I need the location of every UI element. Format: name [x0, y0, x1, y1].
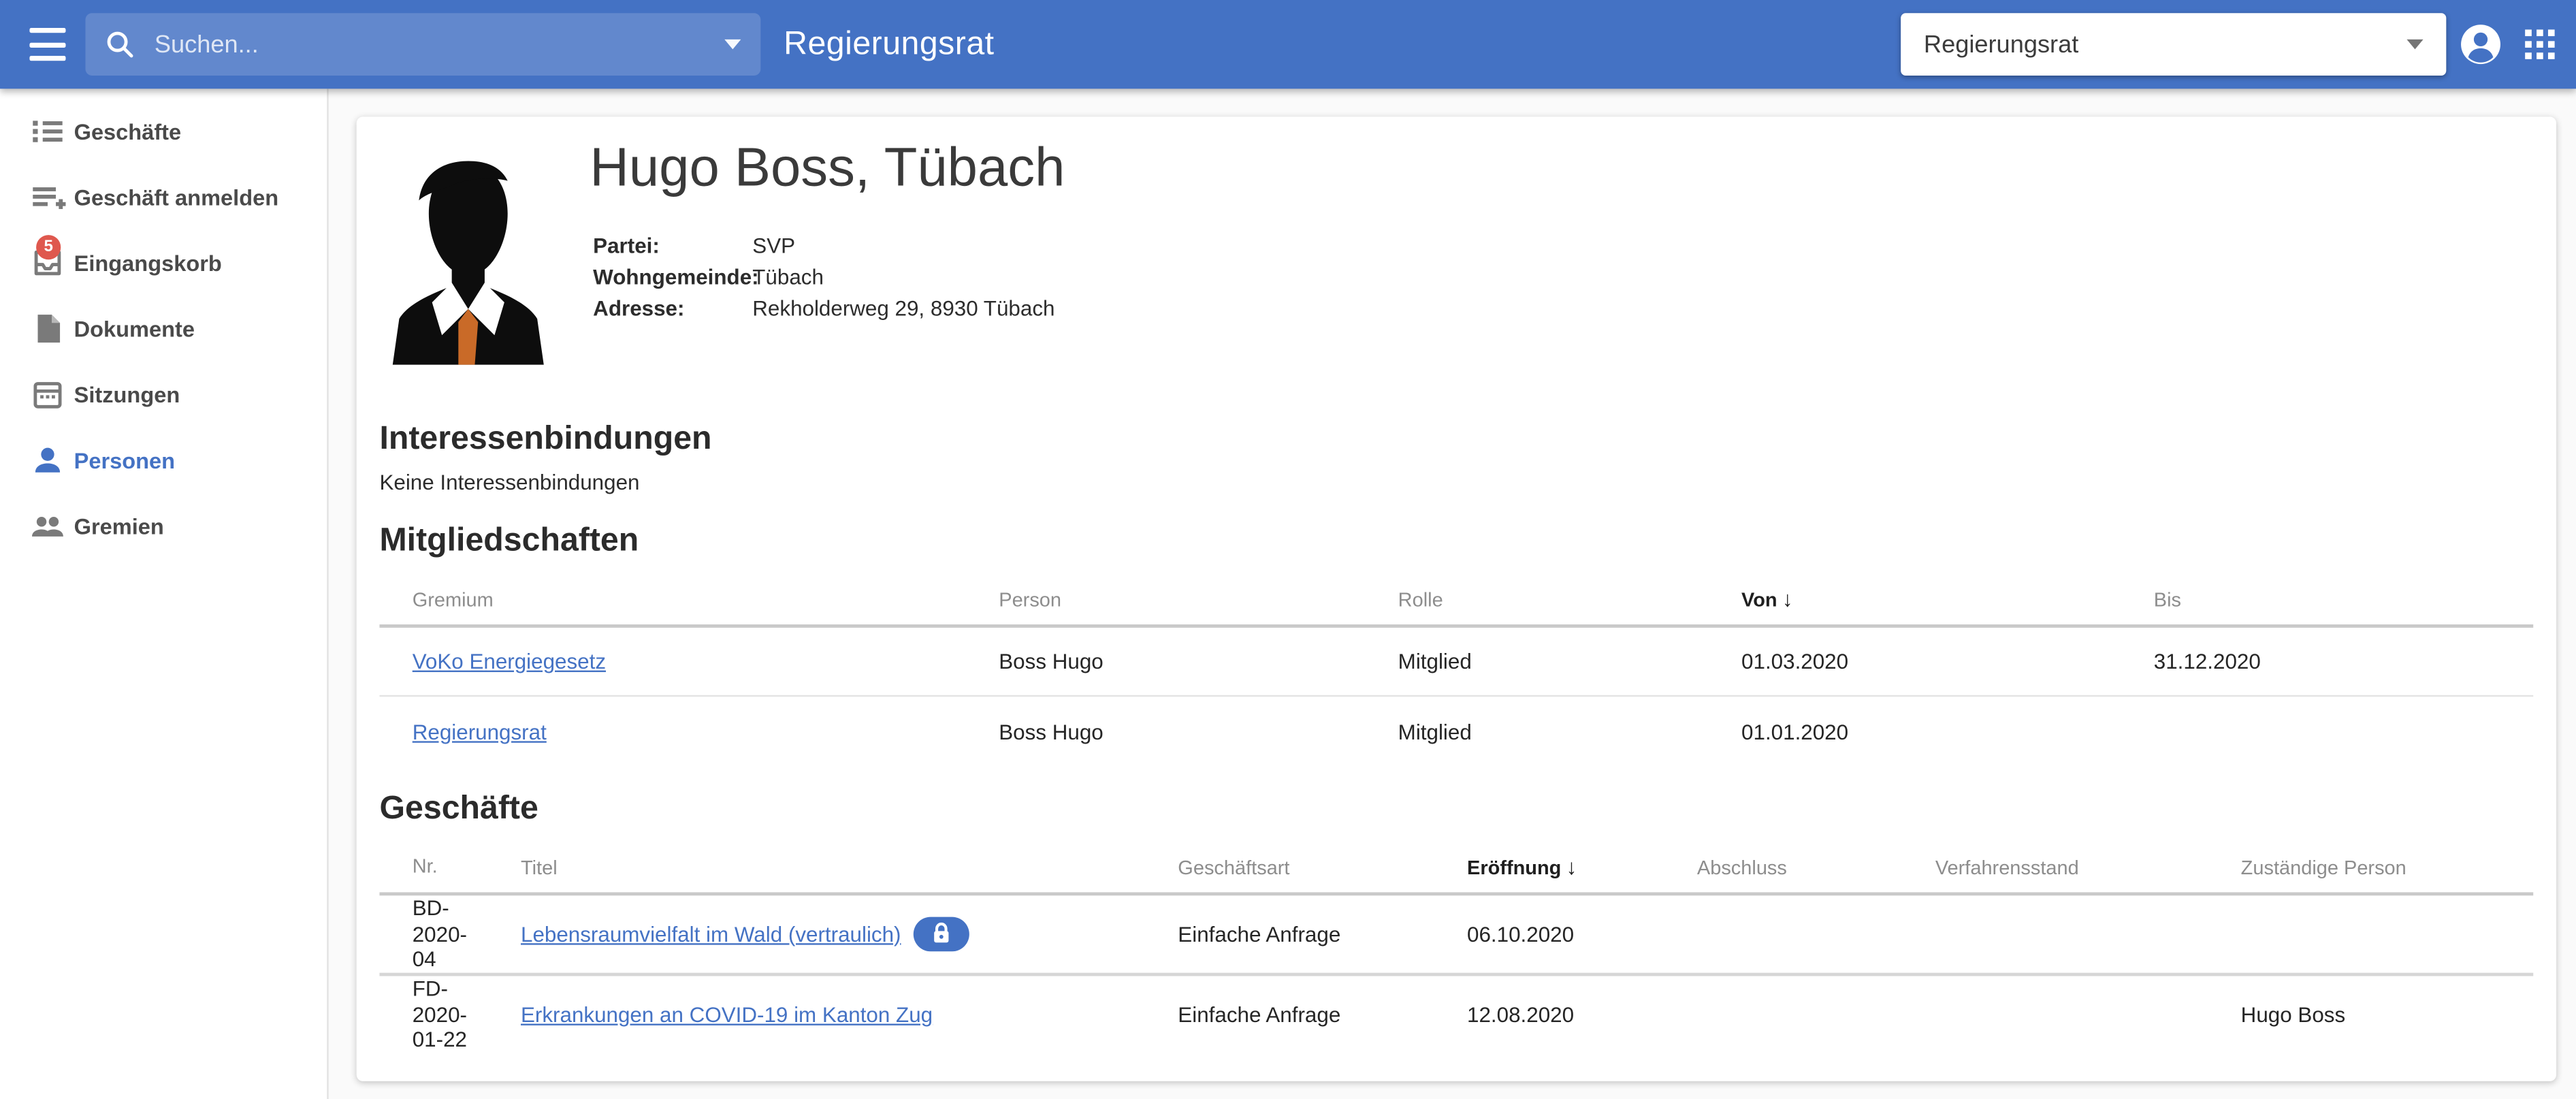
gremium-link[interactable]: VoKo Energiegesetz	[413, 649, 606, 673]
search-icon	[105, 29, 134, 59]
sidebar-item-label: Geschäfte	[74, 119, 182, 144]
geschaefte-table: Nr. Titel Geschäftsart Eröffnung↓ Abschl…	[379, 842, 2533, 1055]
sidebar-item-label: Eingangskorb	[74, 251, 222, 275]
cell-bis: 31.12.2020	[2154, 649, 2533, 673]
field-label: Adresse:	[593, 293, 752, 324]
confidential-lock-badge	[914, 917, 970, 951]
table-row: Regierungsrat Boss Hugo Mitglied 01.01.2…	[379, 697, 2533, 765]
column-header-geschaeftsart[interactable]: Geschäftsart	[1178, 855, 1467, 878]
field-label: Partei:	[593, 230, 752, 261]
column-header-eroeffnung[interactable]: Eröffnung↓	[1467, 855, 1697, 879]
interessenbindungen-empty-text: Keine Interessenbindungen	[379, 470, 639, 494]
cell-von: 01.01.2020	[1741, 719, 2154, 744]
cell-geschaeftsart: Einfache Anfrage	[1178, 1002, 1467, 1027]
chevron-down-icon	[2406, 39, 2423, 49]
section-title-geschaefte: Geschäfte	[379, 791, 538, 829]
sidebar-item-label: Gremien	[74, 513, 164, 538]
cell-zustaendige-person: Hugo Boss	[2241, 1002, 2534, 1027]
field-value: Rekholderweg 29, 8930 Tübach	[752, 293, 1054, 324]
cell-rolle: Mitglied	[1398, 649, 1741, 673]
search-scope-chevron-down-icon[interactable]	[724, 39, 741, 49]
avatar	[379, 151, 557, 365]
sidebar: Geschäfte Geschäft anmelden 5 Eingangsko…	[0, 89, 329, 1099]
column-header-bis[interactable]: Bis	[2154, 588, 2533, 611]
sidebar-item-label: Dokumente	[74, 317, 195, 341]
apps-grid-icon[interactable]	[2525, 29, 2554, 59]
cell-nr: BD-2020-04	[413, 895, 521, 972]
cell-geschaeftsart: Einfache Anfrage	[1178, 921, 1467, 946]
cell-nr: FD-2020-01-22	[413, 976, 521, 1053]
column-header-verfahrensstand[interactable]: Verfahrensstand	[1935, 855, 2241, 878]
section-title-interessenbindungen: Interessenbindungen	[379, 421, 711, 459]
playlist-add-icon	[29, 179, 65, 215]
column-header-zustaendige-person[interactable]: Zuständige Person	[2241, 855, 2534, 878]
page-title: Hugo Boss, Tübach	[590, 136, 1065, 199]
column-header-person[interactable]: Person	[999, 588, 1398, 611]
lock-icon	[932, 922, 952, 945]
cell-rolle: Mitglied	[1398, 719, 1741, 744]
cell-person: Boss Hugo	[999, 719, 1398, 744]
profile-field-adresse: Adresse: Rekholderweg 29, 8930 Tübach	[593, 293, 1054, 324]
column-header-titel[interactable]: Titel	[521, 855, 1178, 878]
document-icon	[29, 310, 65, 347]
geschaeft-link[interactable]: Lebensraumvielfalt im Wald (vertraulich)	[521, 921, 901, 946]
column-header-abschluss[interactable]: Abschluss	[1697, 855, 1935, 878]
context-select-value: Regierungsrat	[1924, 31, 2406, 59]
table-row: FD-2020-01-22 Erkrankungen an COVID-19 i…	[379, 975, 2533, 1054]
profile-field-partei: Partei: SVP	[593, 230, 1054, 261]
sidebar-item-gremien[interactable]: Gremien	[0, 493, 327, 559]
profile-field-wohngemeinde: Wohngemeinde: Tübach	[593, 261, 1054, 293]
sidebar-item-label: Personen	[74, 448, 175, 473]
hamburger-menu-icon[interactable]	[29, 28, 65, 61]
list-icon	[29, 114, 65, 150]
column-header-gremium[interactable]: Gremium	[413, 588, 999, 611]
context-select[interactable]: Regierungsrat	[1901, 13, 2446, 76]
global-search[interactable]	[85, 13, 760, 76]
app-window: Regierungsrat Regierungsrat Geschäfte	[0, 0, 2576, 1099]
sidebar-item-dokumente[interactable]: Dokumente	[0, 296, 327, 362]
sort-desc-icon: ↓	[1782, 587, 1793, 611]
column-header-rolle[interactable]: Rolle	[1398, 588, 1741, 611]
table-header-row: Gremium Person Rolle Von↓ Bis	[379, 573, 2533, 628]
sidebar-item-sitzungen[interactable]: Sitzungen	[0, 362, 327, 428]
sidebar-item-eingangskorb[interactable]: 5 Eingangskorb	[0, 230, 327, 296]
cell-eroeffnung: 06.10.2020	[1467, 921, 1697, 946]
person-icon	[29, 442, 65, 478]
person-detail-card: Hugo Boss, Tübach Partei: SVP Wohngemein…	[357, 116, 2556, 1081]
sort-desc-icon: ↓	[1566, 855, 1577, 879]
field-label: Wohngemeinde:	[593, 261, 752, 293]
sidebar-item-personen[interactable]: Personen	[0, 427, 327, 493]
cell-person: Boss Hugo	[999, 649, 1398, 673]
profile-fields: Partei: SVP Wohngemeinde: Tübach Adresse…	[593, 230, 1054, 324]
sidebar-item-geschaeft-anmelden[interactable]: Geschäft anmelden	[0, 164, 327, 230]
search-input[interactable]	[151, 29, 724, 60]
sidebar-item-label: Sitzungen	[74, 382, 180, 407]
app-title: Regierungsrat	[784, 0, 994, 89]
sidebar-item-geschaefte[interactable]: Geschäfte	[0, 99, 327, 165]
column-header-nr[interactable]: Nr.	[413, 854, 521, 879]
people-icon	[29, 508, 65, 544]
table-row: BD-2020-04 Lebensraumvielfalt im Wald (v…	[379, 895, 2533, 975]
geschaeft-link[interactable]: Erkrankungen an COVID-19 im Kanton Zug	[521, 1002, 933, 1027]
field-value: SVP	[752, 230, 795, 261]
account-icon[interactable]	[2460, 23, 2502, 66]
unread-count-badge: 5	[36, 235, 61, 259]
section-title-mitgliedschaften: Mitgliedschaften	[379, 522, 639, 560]
mitgliedschaften-table: Gremium Person Rolle Von↓ Bis VoKo Energ…	[379, 573, 2533, 765]
table-row: VoKo Energiegesetz Boss Hugo Mitglied 01…	[379, 628, 2533, 697]
column-header-von[interactable]: Von↓	[1741, 587, 2154, 611]
sidebar-item-label: Geschäft anmelden	[74, 185, 279, 209]
content-area: Hugo Boss, Tübach Partei: SVP Wohngemein…	[330, 89, 2576, 1099]
table-header-row: Nr. Titel Geschäftsart Eröffnung↓ Abschl…	[379, 842, 2533, 896]
cell-von: 01.03.2020	[1741, 649, 2154, 673]
field-value: Tübach	[752, 261, 824, 293]
calendar-icon	[29, 377, 65, 413]
gremium-link[interactable]: Regierungsrat	[413, 719, 547, 744]
cell-eroeffnung: 12.08.2020	[1467, 1002, 1697, 1027]
topbar: Regierungsrat Regierungsrat	[0, 0, 2576, 89]
